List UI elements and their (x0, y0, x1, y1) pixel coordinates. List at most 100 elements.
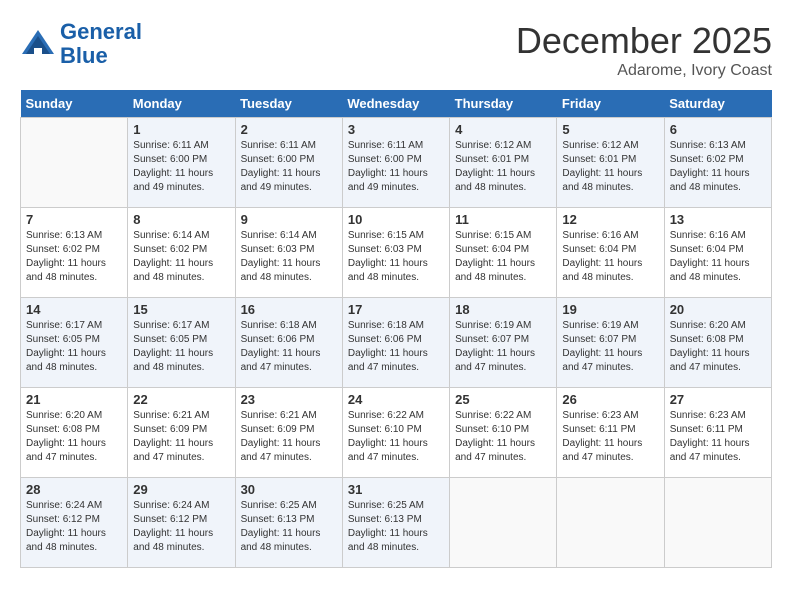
table-row: 7 Sunrise: 6:13 AM Sunset: 6:02 PM Daylig… (21, 208, 128, 298)
day-number: 17 (348, 302, 444, 317)
day-info: Sunrise: 6:15 AM Sunset: 6:04 PM Dayligh… (455, 229, 551, 285)
table-row: 24 Sunrise: 6:22 AM Sunset: 6:10 PM Dayli… (342, 388, 449, 478)
day-info: Sunrise: 6:19 AM Sunset: 6:07 PM Dayligh… (562, 319, 658, 375)
day-number: 29 (133, 482, 229, 497)
table-row: 20 Sunrise: 6:20 AM Sunset: 6:08 PM Dayli… (664, 298, 771, 388)
table-row (450, 478, 557, 568)
day-info: Sunrise: 6:22 AM Sunset: 6:10 PM Dayligh… (455, 409, 551, 465)
col-wednesday: Wednesday (342, 90, 449, 118)
day-info: Sunrise: 6:22 AM Sunset: 6:10 PM Dayligh… (348, 409, 444, 465)
day-number: 30 (241, 482, 337, 497)
day-number: 13 (670, 212, 766, 227)
col-friday: Friday (557, 90, 664, 118)
day-info: Sunrise: 6:15 AM Sunset: 6:03 PM Dayligh… (348, 229, 444, 285)
table-row (664, 478, 771, 568)
day-number: 8 (133, 212, 229, 227)
day-info: Sunrise: 6:25 AM Sunset: 6:13 PM Dayligh… (241, 499, 337, 555)
table-row: 4 Sunrise: 6:12 AM Sunset: 6:01 PM Daylig… (450, 118, 557, 208)
table-row: 26 Sunrise: 6:23 AM Sunset: 6:11 PM Dayli… (557, 388, 664, 478)
logo-text: General Blue (60, 20, 142, 68)
day-number: 23 (241, 392, 337, 407)
day-number: 16 (241, 302, 337, 317)
day-number: 11 (455, 212, 551, 227)
day-number: 28 (26, 482, 122, 497)
day-info: Sunrise: 6:20 AM Sunset: 6:08 PM Dayligh… (26, 409, 122, 465)
calendar-week-row: 1 Sunrise: 6:11 AM Sunset: 6:00 PM Daylig… (21, 118, 772, 208)
table-row (557, 478, 664, 568)
table-row: 19 Sunrise: 6:19 AM Sunset: 6:07 PM Dayli… (557, 298, 664, 388)
day-number: 24 (348, 392, 444, 407)
table-row: 17Sunrise: 6:18 AM Sunset: 6:06 PM Dayli… (342, 298, 449, 388)
day-number: 2 (241, 122, 337, 137)
col-saturday: Saturday (664, 90, 771, 118)
calendar-table: Sunday Monday Tuesday Wednesday Thursday… (20, 90, 772, 568)
day-info: Sunrise: 6:19 AM Sunset: 6:07 PM Dayligh… (455, 319, 551, 375)
day-info: Sunrise: 6:13 AM Sunset: 6:02 PM Dayligh… (670, 139, 766, 195)
logo: General Blue (20, 20, 142, 68)
day-number: 6 (670, 122, 766, 137)
day-info: Sunrise: 6:25 AM Sunset: 6:13 PM Dayligh… (348, 499, 444, 555)
table-row: 27 Sunrise: 6:23 AM Sunset: 6:11 PM Dayli… (664, 388, 771, 478)
day-number: 7 (26, 212, 122, 227)
day-number: 26 (562, 392, 658, 407)
calendar-week-row: 7 Sunrise: 6:13 AM Sunset: 6:02 PM Daylig… (21, 208, 772, 298)
day-info: Sunrise: 6:23 AM Sunset: 6:11 PM Dayligh… (562, 409, 658, 465)
day-info: Sunrise: 6:14 AM Sunset: 6:03 PM Dayligh… (241, 229, 337, 285)
day-info: Sunrise: 6:13 AM Sunset: 6:02 PM Dayligh… (26, 229, 122, 285)
table-row: 23 Sunrise: 6:21 AM Sunset: 6:09 PM Dayli… (235, 388, 342, 478)
table-row: 13 Sunrise: 6:16 AM Sunset: 6:04 PM Dayli… (664, 208, 771, 298)
table-row: 9 Sunrise: 6:14 AM Sunset: 6:03 PM Daylig… (235, 208, 342, 298)
table-row: 10 Sunrise: 6:15 AM Sunset: 6:03 PM Dayli… (342, 208, 449, 298)
day-info: Sunrise: 6:11 AM Sunset: 6:00 PM Dayligh… (348, 139, 444, 195)
table-row: 6 Sunrise: 6:13 AM Sunset: 6:02 PM Daylig… (664, 118, 771, 208)
day-info: Sunrise: 6:21 AM Sunset: 6:09 PM Dayligh… (241, 409, 337, 465)
day-number: 27 (670, 392, 766, 407)
day-number: 20 (670, 302, 766, 317)
day-number: 10 (348, 212, 444, 227)
day-info: Sunrise: 6:16 AM Sunset: 6:04 PM Dayligh… (562, 229, 658, 285)
table-row: 29 Sunrise: 6:24 AM Sunset: 6:12 PM Dayli… (128, 478, 235, 568)
day-info: Sunrise: 6:12 AM Sunset: 6:01 PM Dayligh… (562, 139, 658, 195)
calendar-week-row: 21 Sunrise: 6:20 AM Sunset: 6:08 PM Dayli… (21, 388, 772, 478)
table-row: 11 Sunrise: 6:15 AM Sunset: 6:04 PM Dayli… (450, 208, 557, 298)
day-info: Sunrise: 6:16 AM Sunset: 6:04 PM Dayligh… (670, 229, 766, 285)
day-info: Sunrise: 6:17 AM Sunset: 6:05 PM Dayligh… (26, 319, 122, 375)
day-info: Sunrise: 6:20 AM Sunset: 6:08 PM Dayligh… (670, 319, 766, 375)
day-number: 3 (348, 122, 444, 137)
table-row (21, 118, 128, 208)
calendar-header-row: Sunday Monday Tuesday Wednesday Thursday… (21, 90, 772, 118)
day-info: Sunrise: 6:14 AM Sunset: 6:02 PM Dayligh… (133, 229, 229, 285)
table-row: 25 Sunrise: 6:22 AM Sunset: 6:10 PM Dayli… (450, 388, 557, 478)
table-row: 3 Sunrise: 6:11 AM Sunset: 6:00 PM Daylig… (342, 118, 449, 208)
logo-line1: General (60, 19, 142, 44)
calendar-week-row: 28 Sunrise: 6:24 AM Sunset: 6:12 PM Dayli… (21, 478, 772, 568)
day-number: 9 (241, 212, 337, 227)
table-row: 30 Sunrise: 6:25 AM Sunset: 6:13 PM Dayli… (235, 478, 342, 568)
day-number: 21 (26, 392, 122, 407)
day-number: 19 (562, 302, 658, 317)
day-info: Sunrise: 6:24 AM Sunset: 6:12 PM Dayligh… (133, 499, 229, 555)
table-row: 15Sunrise: 6:17 AM Sunset: 6:05 PM Dayli… (128, 298, 235, 388)
day-info: Sunrise: 6:24 AM Sunset: 6:12 PM Dayligh… (26, 499, 122, 555)
col-thursday: Thursday (450, 90, 557, 118)
table-row: 31Sunrise: 6:25 AM Sunset: 6:13 PM Dayli… (342, 478, 449, 568)
table-row: 12Sunrise: 6:16 AM Sunset: 6:04 PM Dayli… (557, 208, 664, 298)
calendar-week-row: 14 Sunrise: 6:17 AM Sunset: 6:05 PM Dayli… (21, 298, 772, 388)
day-number: 14 (26, 302, 122, 317)
table-row: 18Sunrise: 6:19 AM Sunset: 6:07 PM Dayli… (450, 298, 557, 388)
day-info: Sunrise: 6:11 AM Sunset: 6:00 PM Dayligh… (241, 139, 337, 195)
day-number: 15 (133, 302, 229, 317)
day-number: 25 (455, 392, 551, 407)
day-number: 1 (133, 122, 229, 137)
day-info: Sunrise: 6:23 AM Sunset: 6:11 PM Dayligh… (670, 409, 766, 465)
day-number: 4 (455, 122, 551, 137)
location: Adarome, Ivory Coast (516, 62, 772, 80)
table-row: 21 Sunrise: 6:20 AM Sunset: 6:08 PM Dayli… (21, 388, 128, 478)
month-title: December 2025 (516, 20, 772, 62)
col-sunday: Sunday (21, 90, 128, 118)
table-row: 5 Sunrise: 6:12 AM Sunset: 6:01 PM Daylig… (557, 118, 664, 208)
day-number: 5 (562, 122, 658, 137)
table-row: 22Sunrise: 6:21 AM Sunset: 6:09 PM Dayli… (128, 388, 235, 478)
day-info: Sunrise: 6:18 AM Sunset: 6:06 PM Dayligh… (241, 319, 337, 375)
day-info: Sunrise: 6:12 AM Sunset: 6:01 PM Dayligh… (455, 139, 551, 195)
